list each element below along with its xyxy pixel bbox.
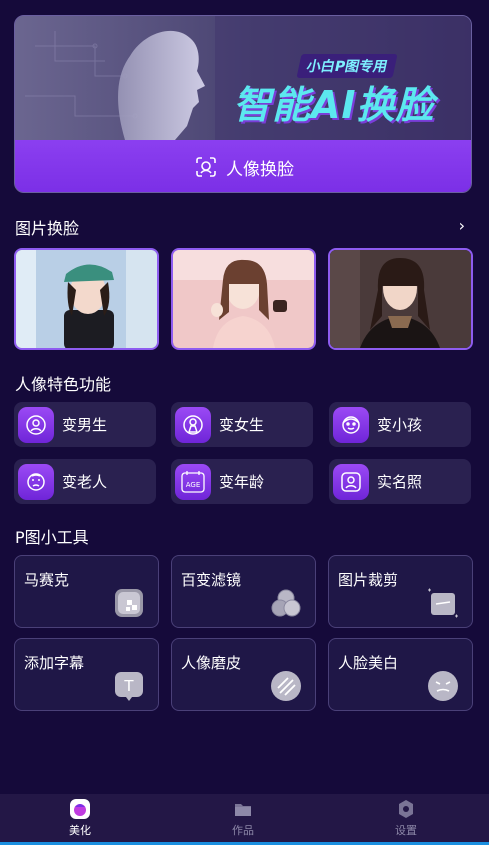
section-title-portrait: 人像特色功能 bbox=[15, 375, 112, 394]
face-swap-photo-2[interactable] bbox=[171, 248, 316, 350]
gear-icon bbox=[399, 800, 413, 818]
bottom-nav: 美化 作品 设置 bbox=[0, 794, 489, 845]
folder-icon bbox=[235, 804, 251, 816]
nav-label: 设置 bbox=[395, 824, 417, 837]
nav-settings[interactable]: 设置 bbox=[356, 798, 456, 842]
feature-label: 变男生 bbox=[62, 416, 108, 434]
face-scan-icon bbox=[196, 157, 216, 177]
filter-icon bbox=[271, 589, 301, 617]
feature-to-elder[interactable]: 变老人 bbox=[14, 459, 156, 504]
tool-label: 图片裁剪 bbox=[338, 571, 399, 589]
nav-beautify[interactable]: 美化 bbox=[30, 798, 130, 842]
section-title-face-swap: 图片换脸 bbox=[15, 219, 80, 238]
tool-add-subtitle[interactable]: 添加字幕 T bbox=[14, 638, 159, 711]
elder-face-icon bbox=[18, 463, 54, 500]
tool-label: 添加字幕 bbox=[24, 654, 85, 672]
nav-label: 作品 bbox=[232, 824, 254, 837]
mosaic-icon bbox=[115, 589, 143, 617]
app-page: 小白P图专用 智能AI换脸 人像换脸 图片换脸 › 人像特色功能 变男生 变女生… bbox=[0, 0, 489, 845]
tool-mosaic[interactable]: 马赛克 bbox=[14, 555, 159, 628]
male-face-icon bbox=[18, 406, 54, 443]
svg-text:AGE: AGE bbox=[186, 481, 201, 489]
beautify-icon bbox=[70, 799, 90, 819]
smooth-skin-icon bbox=[271, 671, 301, 701]
face-swap-photo-1[interactable] bbox=[14, 248, 159, 350]
feature-label: 变女生 bbox=[219, 416, 265, 434]
tool-label: 人像磨皮 bbox=[181, 654, 242, 672]
face-swap-banner[interactable]: 小白P图专用 智能AI换脸 人像换脸 bbox=[14, 15, 472, 193]
tool-label: 马赛克 bbox=[24, 571, 70, 589]
tool-filter[interactable]: 百变滤镜 bbox=[171, 555, 316, 628]
feature-to-male[interactable]: 变男生 bbox=[14, 402, 156, 447]
feature-label: 实名照 bbox=[377, 473, 423, 491]
portrait-face-swap-button[interactable]: 人像换脸 bbox=[15, 140, 471, 192]
age-icon: AGE bbox=[175, 463, 211, 500]
text-icon: T bbox=[115, 672, 143, 701]
banner-title: 智能AI换脸 bbox=[233, 83, 435, 127]
feature-label: 变小孩 bbox=[377, 416, 423, 434]
whitening-icon bbox=[428, 671, 458, 701]
feature-label: 变老人 bbox=[62, 473, 108, 491]
face-swap-photo-3[interactable] bbox=[328, 248, 473, 350]
tool-face-whitening[interactable]: 人脸美白 bbox=[328, 638, 473, 711]
feature-to-child[interactable]: 变小孩 bbox=[329, 402, 471, 447]
tool-label: 人脸美白 bbox=[338, 654, 399, 672]
section-title-tools: P图小工具 bbox=[15, 528, 89, 547]
female-face-icon bbox=[175, 406, 211, 443]
svg-text:T: T bbox=[123, 677, 134, 695]
feature-id-photo[interactable]: 实名照 bbox=[329, 459, 471, 504]
tool-skin-smoothing[interactable]: 人像磨皮 bbox=[171, 638, 316, 711]
child-face-icon bbox=[333, 406, 369, 443]
feature-to-female[interactable]: 变女生 bbox=[171, 402, 313, 447]
id-photo-icon bbox=[333, 463, 369, 500]
chevron-right-icon[interactable]: › bbox=[459, 216, 465, 235]
crop-icon bbox=[428, 588, 458, 618]
portrait-face-swap-label: 人像换脸 bbox=[226, 159, 294, 180]
feature-label: 变年龄 bbox=[219, 473, 265, 491]
tool-crop[interactable]: 图片裁剪 bbox=[328, 555, 473, 628]
feature-change-age[interactable]: AGE 变年龄 bbox=[171, 459, 313, 504]
nav-label: 美化 bbox=[69, 824, 91, 837]
nav-works[interactable]: 作品 bbox=[193, 798, 293, 842]
tool-label: 百变滤镜 bbox=[181, 571, 242, 589]
